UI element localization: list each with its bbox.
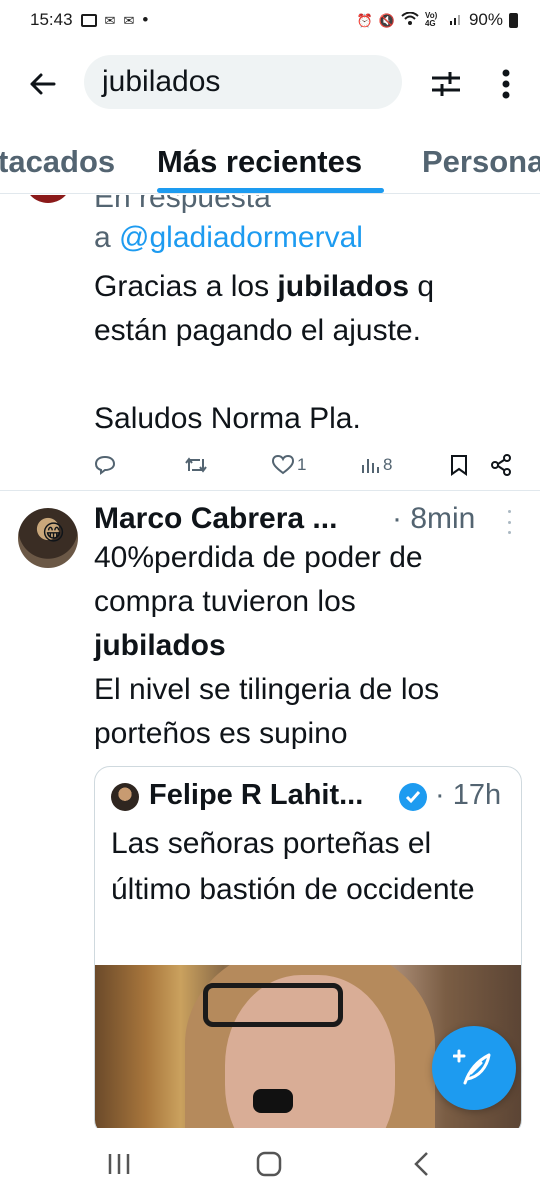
recents-icon — [108, 1154, 130, 1174]
status-dot: • — [142, 10, 149, 29]
search-query: jubilados — [102, 65, 221, 98]
search-header: jubilados — [0, 48, 540, 118]
reply-prefix: a — [94, 221, 120, 254]
tweet[interactable]: En respuesta a @gladiadormerval Gracias … — [0, 195, 540, 491]
text-line: 40%perdida de poder de — [94, 541, 423, 574]
home-button[interactable] — [244, 1146, 294, 1182]
system-nav-bar — [0, 1128, 540, 1200]
image-content — [203, 983, 343, 1027]
battery-percent: 90% — [468, 10, 503, 29]
mail-icon: ✉ — [104, 12, 116, 28]
search-input[interactable]: jubilados — [84, 55, 402, 109]
retweet-button[interactable] — [184, 455, 208, 475]
tab-personas[interactable]: Persona — [422, 144, 540, 180]
chevron-left-icon — [414, 1152, 428, 1176]
more-options-button[interactable] — [488, 62, 524, 106]
text-line: porteños es supino — [94, 717, 348, 750]
reply-button[interactable] — [94, 455, 116, 475]
reply-context: a @gladiadormerval — [94, 221, 363, 255]
analytics-icon — [362, 459, 379, 473]
tab-destacados[interactable]: tacados — [0, 144, 115, 180]
view-count: 8 — [383, 455, 393, 474]
home-icon — [256, 1151, 282, 1177]
avatar[interactable] — [24, 195, 72, 203]
active-tab-indicator — [157, 188, 384, 193]
wifi-icon — [401, 11, 419, 28]
grin-emoji-icon: 😁 — [42, 520, 65, 545]
text-segment: Gracias a los — [94, 270, 278, 303]
compose-button[interactable] — [432, 1026, 516, 1110]
image-icon — [80, 13, 97, 27]
avatar[interactable]: 😁 — [18, 508, 78, 568]
reply-context-cut: En respuesta — [94, 195, 271, 214]
back-button[interactable] — [22, 64, 62, 104]
tweet-timestamp[interactable]: · 8min — [392, 502, 475, 536]
reply-handle-link[interactable]: @gladiadormerval — [119, 221, 363, 254]
status-bar: 15:43 ✉ ✉ • ⏰ 🔇 Vo) 4G 90% — [0, 0, 540, 40]
like-button[interactable]: 1 — [272, 455, 306, 475]
tweet-more-button[interactable] — [504, 510, 514, 534]
back-nav-button[interactable] — [396, 1146, 446, 1182]
verified-badge-icon — [399, 783, 427, 811]
mail-icon: ✉ — [123, 12, 135, 28]
tweet-text: Gracias a los jubilados q están pagando … — [94, 265, 514, 441]
dot-icon — [507, 520, 511, 524]
sliders-icon — [432, 72, 460, 96]
views-button[interactable]: 8 — [360, 455, 392, 475]
arrow-left-icon — [30, 73, 56, 95]
like-count: 1 — [297, 455, 307, 474]
author-name[interactable]: Marco Cabrera ... — [94, 502, 337, 536]
retweet-icon — [185, 457, 207, 473]
share-button[interactable] — [490, 454, 512, 476]
search-tabs: tacados Más recientes Persona — [0, 132, 540, 194]
image-content — [253, 1089, 293, 1113]
text-line: El nivel se tilingeria de los — [94, 673, 440, 706]
status-time: 15:43 — [30, 10, 73, 29]
quoted-timestamp: · 17h — [435, 779, 502, 811]
text-line: están pagando el ajuste. — [94, 314, 421, 347]
tweet-text: 40%perdida de poder de compra tuvieron l… — [94, 536, 524, 756]
reply-icon — [94, 455, 116, 475]
share-icon — [491, 454, 511, 476]
tab-mas-recientes[interactable]: Más recientes — [157, 144, 362, 180]
text-segment: q — [409, 270, 435, 303]
dot-icon — [507, 510, 511, 513]
more-vertical-icon — [502, 69, 510, 99]
text-line: Saludos Norma Pla. — [94, 402, 361, 435]
filter-button[interactable] — [424, 62, 468, 106]
heart-icon — [272, 455, 294, 475]
signal-icon — [449, 12, 463, 28]
lte-icon: Vo) 4G — [424, 11, 438, 28]
tweet-actions: 1 8 — [94, 450, 524, 480]
text-line: compra tuvieron los — [94, 585, 356, 618]
alarm-icon: ⏰ — [356, 12, 373, 28]
highlight-keyword: jubilados — [94, 629, 226, 662]
mute-icon: 🔇 — [378, 12, 395, 28]
quoted-text: Las señoras porteñas el último bastión d… — [111, 827, 475, 906]
battery-icon — [509, 12, 518, 28]
quoted-avatar — [111, 783, 139, 811]
compose-feather-plus-icon — [453, 1049, 491, 1085]
highlight-keyword: jubilados — [277, 270, 410, 303]
quoted-author-name: Felipe R Lahit... — [149, 779, 364, 811]
bookmark-button[interactable] — [450, 454, 468, 476]
bookmark-icon — [451, 455, 467, 476]
dot-icon — [507, 531, 511, 534]
recents-button[interactable] — [94, 1146, 144, 1182]
